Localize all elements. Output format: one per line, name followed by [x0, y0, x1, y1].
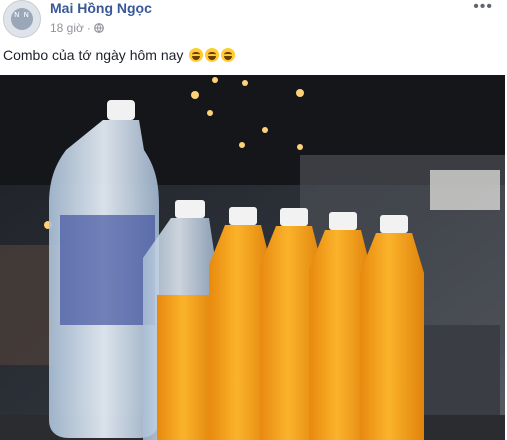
water-bottle [49, 100, 159, 438]
meta-separator: · [86, 21, 91, 35]
post-time-link[interactable]: 18 giờ [50, 21, 84, 35]
laughing-emoji-icon [221, 48, 236, 62]
laughing-emoji-icon [189, 48, 204, 62]
post-meta: 18 giờ · [50, 21, 104, 35]
post-caption: Combo của tớ ngày hôm nay [3, 47, 236, 63]
juice-bottles [143, 200, 424, 440]
post-header: N N Mai Hồng Ngọc 18 giờ · ••• [0, 0, 507, 40]
more-options-icon[interactable]: ••• [473, 0, 493, 15]
emoji-group [189, 48, 236, 62]
caption-text: Combo của tớ ngày hôm nay [3, 47, 184, 63]
avatar-watermark: N N [14, 11, 30, 19]
post-photo[interactable] [0, 75, 505, 440]
author-name-link[interactable]: Mai Hồng Ngọc [50, 0, 152, 16]
globe-icon[interactable] [93, 23, 104, 33]
laughing-emoji-icon [205, 48, 220, 62]
avatar[interactable]: N N [3, 0, 41, 38]
bottles-photo-illustration [0, 75, 505, 440]
